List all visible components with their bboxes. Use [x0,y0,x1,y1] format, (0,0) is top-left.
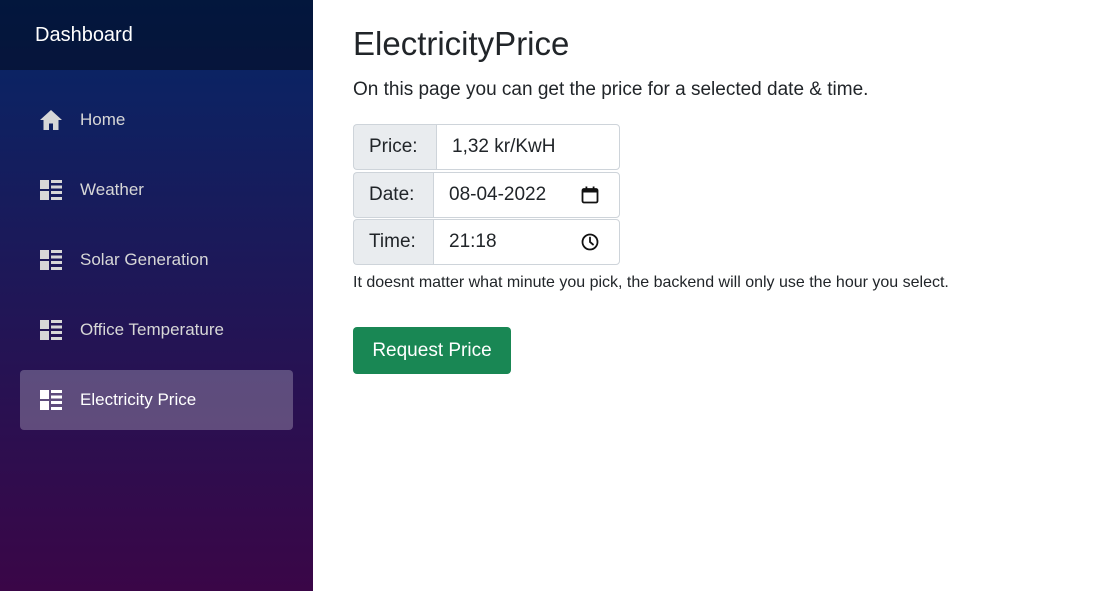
price-field: 1,32 kr/KwH [436,124,620,170]
sidebar-item-label: Home [80,110,126,129]
sidebar-item-label: Solar Generation [80,250,209,269]
list-rich-icon [40,250,62,270]
page-title: ElectricityPrice [353,25,570,62]
price-label: Price: [353,124,436,170]
time-group: Time: 21:18 [353,219,620,265]
sidebar-item-label: Electricity Price [80,390,197,409]
sidebar-item-solar-generation[interactable]: Solar Generation [20,230,293,290]
date-group: Date: 08-04-2022 [353,172,620,218]
price-group: Price: 1,32 kr/KwH [353,124,620,170]
time-value: 21:18 [449,231,497,252]
sidebar-item-electricity-price[interactable]: Electricity Price [20,370,293,430]
sidebar-item-label: Office Temperature [80,320,224,339]
sidebar-item-weather[interactable]: Weather [20,160,293,220]
sidebar: Dashboard Home Weather Solar Generation … [0,0,313,591]
page-intro: On this page you can get the price for a… [353,79,869,100]
main-content: ElectricityPrice On this page you can ge… [313,0,1103,591]
sidebar-item-home[interactable]: Home [20,90,293,150]
calendar-icon[interactable] [581,186,599,204]
date-label: Date: [353,172,433,218]
clock-icon[interactable] [581,233,599,251]
request-price-button[interactable]: Request Price [353,327,511,374]
list-rich-icon [40,320,62,340]
list-rich-icon [40,180,62,200]
date-value: 08-04-2022 [449,184,547,205]
hint-text: It doesnt matter what minute you pick, t… [353,274,949,291]
brand-bar: Dashboard [0,0,313,70]
date-input[interactable]: 08-04-2022 [433,172,620,218]
time-input[interactable]: 21:18 [433,219,620,265]
list-rich-icon [40,390,62,410]
time-label: Time: [353,219,433,265]
brand-link[interactable]: Dashboard [35,23,133,47]
sidebar-item-label: Weather [80,180,144,199]
app: Dashboard Home Weather Solar Generation … [0,0,1103,591]
sidebar-item-office-temperature[interactable]: Office Temperature [20,300,293,360]
home-icon [40,110,62,130]
